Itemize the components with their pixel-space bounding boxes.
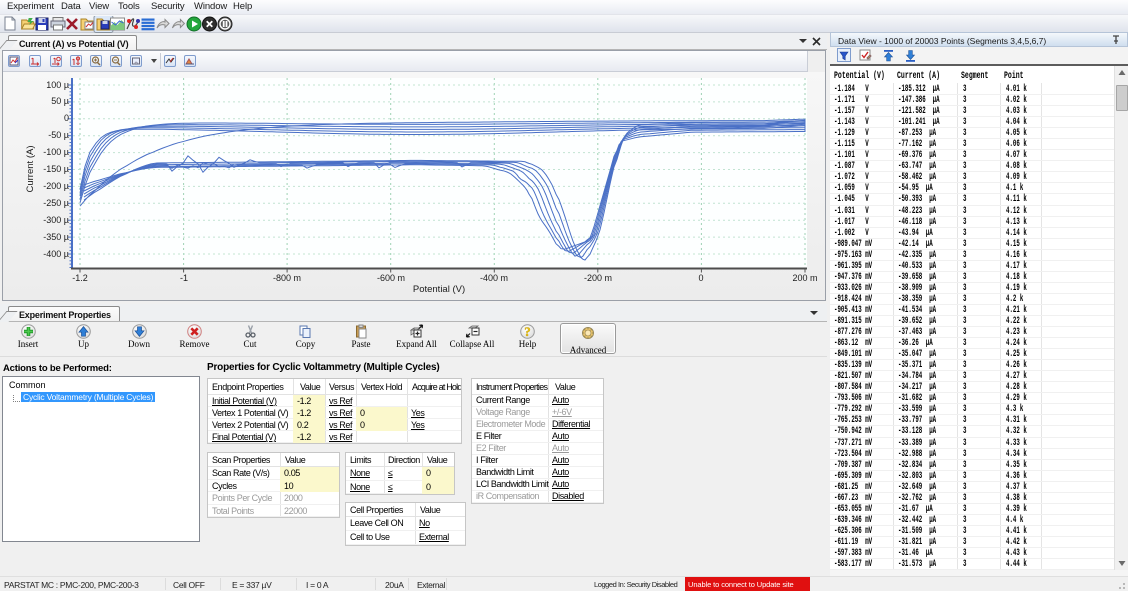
- svg-text:?: ?: [524, 324, 531, 339]
